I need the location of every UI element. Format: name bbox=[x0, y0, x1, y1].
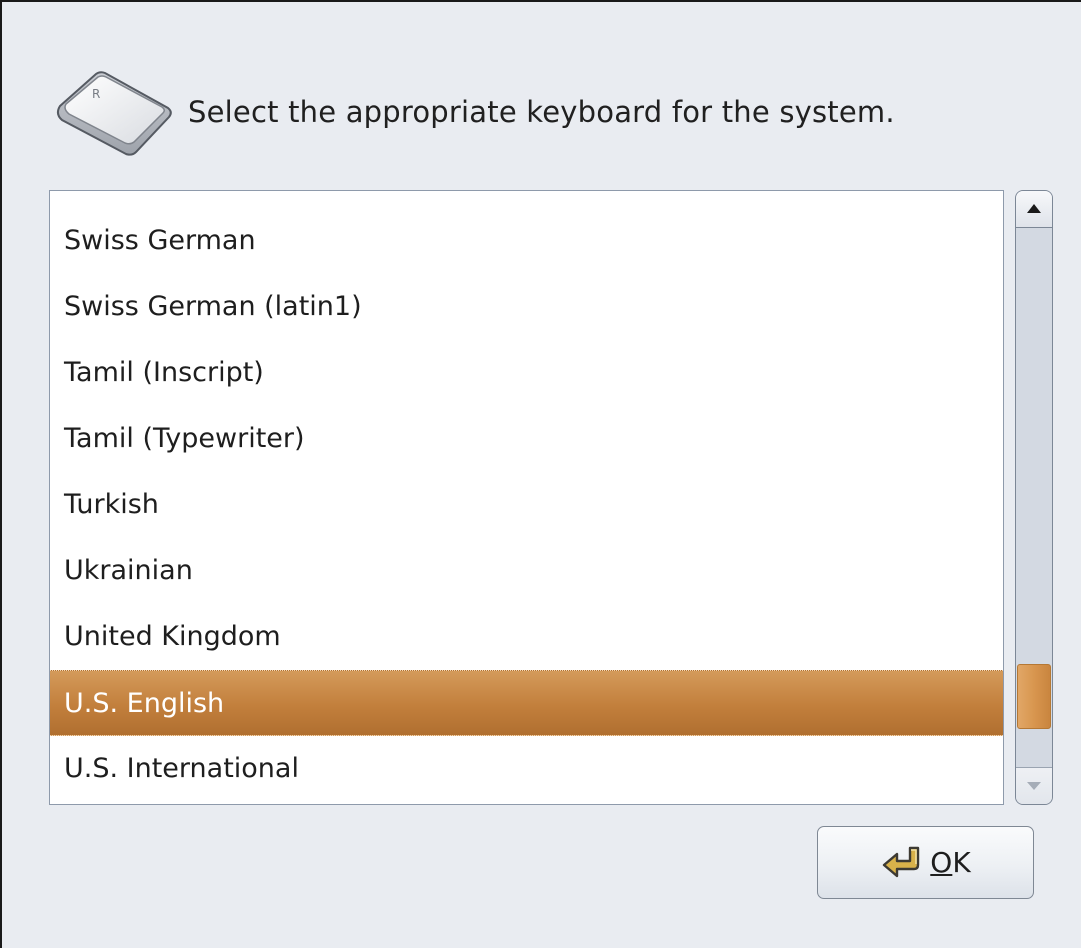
arrow-up-icon bbox=[1027, 204, 1041, 213]
scroll-thumb[interactable] bbox=[1017, 664, 1051, 729]
keyboard-list-items: Swiss German Swiss German (latin1) Tamil (… bbox=[50, 208, 1003, 802]
list-item[interactable]: Swiss German (latin1) bbox=[50, 274, 1003, 340]
list-item[interactable]: Turkish bbox=[50, 472, 1003, 538]
dialog-header: R Select the appropriate keyboard for th… bbox=[52, 62, 895, 162]
list-item[interactable]: U.S. International bbox=[50, 736, 1003, 802]
list-item[interactable]: Ukrainian bbox=[50, 538, 1003, 604]
dialog-prompt: Select the appropriate keyboard for the … bbox=[188, 95, 895, 129]
list-item-selected[interactable]: U.S. English bbox=[50, 670, 1003, 736]
arrow-down-icon bbox=[1027, 782, 1041, 790]
list-item[interactable]: Tamil (Typewriter) bbox=[50, 406, 1003, 472]
scroll-down-button[interactable] bbox=[1016, 767, 1052, 804]
list-item[interactable]: United Kingdom bbox=[50, 604, 1003, 670]
list-item[interactable]: Swiss German bbox=[50, 208, 1003, 274]
list-item[interactable]: Tamil (Inscript) bbox=[50, 340, 1003, 406]
svg-text:R: R bbox=[92, 87, 100, 101]
keyboard-selection-dialog: R Select the appropriate keyboard for th… bbox=[0, 0, 1081, 948]
enter-return-icon bbox=[883, 846, 920, 877]
scroll-up-button[interactable] bbox=[1016, 191, 1052, 228]
ok-button-label: OK bbox=[930, 846, 971, 879]
keyboard-list[interactable]: Swiss German Swiss German (latin1) Tamil (… bbox=[49, 190, 1004, 805]
scroll-track[interactable] bbox=[1016, 228, 1052, 767]
keyboard-list-scrollbar[interactable] bbox=[1015, 190, 1053, 805]
keyboard-key-icon: R bbox=[56, 71, 172, 156]
ok-button[interactable]: OK bbox=[817, 826, 1034, 899]
